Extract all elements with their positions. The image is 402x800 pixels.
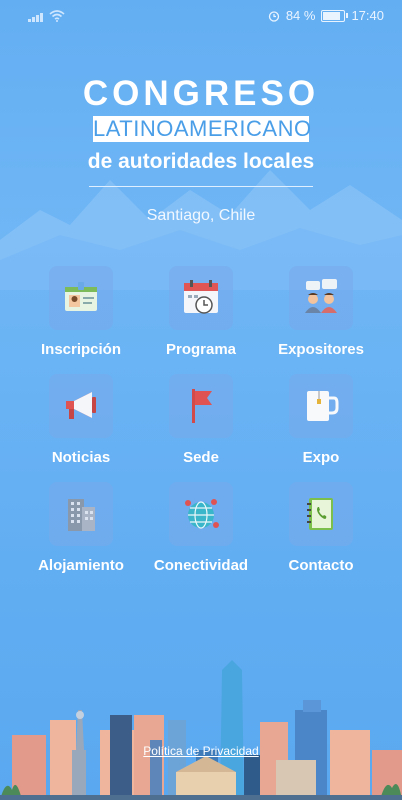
title-autoridades: de autoridades locales: [87, 150, 315, 173]
mug-icon: [307, 391, 339, 421]
noticias-tile[interactable]: [49, 374, 113, 438]
title-congreso: CONGRESO: [82, 74, 320, 113]
signal-icon: [28, 13, 43, 22]
menu-item-conectividad[interactable]: Conectividad: [136, 482, 266, 574]
menu-label: Sede: [183, 449, 219, 466]
building-icon: [68, 499, 95, 531]
calendar-clock-icon: [184, 280, 218, 314]
privacy-policy: Política de Privacidad: [0, 744, 402, 758]
menu-label: Noticias: [51, 449, 111, 466]
speakers-icon: [305, 279, 337, 313]
privacy-policy-link[interactable]: Política de Privacidad: [143, 744, 258, 758]
status-bar: 84 % 17:40: [0, 0, 402, 34]
menu-label: Expositores: [278, 341, 364, 358]
expo-tile[interactable]: [289, 374, 353, 438]
city-label: Santiago, Chile: [146, 207, 256, 224]
battery-percent: 84 %: [285, 8, 316, 23]
conectividad-tile[interactable]: [169, 482, 233, 546]
address-book-icon: [307, 498, 333, 530]
menu-label: Programa: [165, 341, 237, 358]
menu-label: Inscripción: [40, 341, 122, 358]
menu-label: Expo: [302, 449, 340, 466]
menu-item-expositores[interactable]: Expositores: [256, 266, 386, 358]
expositores-tile[interactable]: [289, 266, 353, 330]
menu-item-noticias[interactable]: Noticias: [16, 374, 146, 466]
alojamiento-tile[interactable]: [49, 482, 113, 546]
flag-icon: [192, 389, 212, 423]
menu-label: Contacto: [288, 557, 354, 574]
title-latinoamericano: LATINOAMERICANO: [93, 116, 312, 142]
menu-item-inscripcion[interactable]: Inscripción: [16, 266, 146, 358]
menu-item-alojamiento[interactable]: Alojamiento: [16, 482, 146, 574]
sede-tile[interactable]: [169, 374, 233, 438]
menu-label: Alojamiento: [38, 557, 124, 574]
menu-item-expo[interactable]: Expo: [256, 374, 386, 466]
alarm-icon: [268, 10, 279, 22]
megaphone-icon: [66, 392, 96, 419]
battery-icon: [321, 9, 349, 22]
santiago-skyline-illustration: [0, 660, 402, 800]
wifi-icon: [49, 10, 65, 22]
menu-item-sede[interactable]: Sede: [136, 374, 266, 466]
menu-item-programa[interactable]: Programa: [136, 266, 266, 358]
id-card-icon: [65, 282, 97, 311]
globe-network-icon: [185, 499, 219, 529]
title-divider: [89, 186, 313, 187]
clock-time: 17:40: [351, 8, 384, 23]
inscripcion-tile[interactable]: [49, 266, 113, 330]
contacto-tile[interactable]: [289, 482, 353, 546]
programa-tile[interactable]: [169, 266, 233, 330]
menu-item-contacto[interactable]: Contacto: [256, 482, 386, 574]
menu-label: Conectividad: [153, 557, 249, 574]
